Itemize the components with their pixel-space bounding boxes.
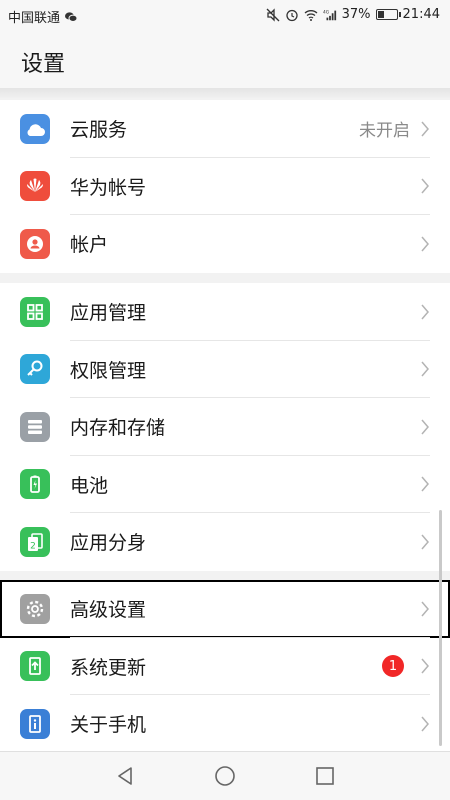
status-right: 4G 37% 21:44 xyxy=(266,7,440,22)
alarm-icon xyxy=(285,9,298,21)
navigation-bar xyxy=(0,751,450,800)
chevron-right-icon xyxy=(421,534,429,550)
settings-row[interactable]: 关于手机 xyxy=(0,695,450,753)
chevron-right-icon xyxy=(421,236,429,252)
page-title: 设置 xyxy=(21,52,66,77)
settings-row-label: 系统更新 xyxy=(70,656,147,679)
settings-row[interactable]: 内存和存储 xyxy=(0,398,450,456)
mute-icon xyxy=(266,7,280,22)
settings-row[interactable]: 华为帐号 xyxy=(0,158,450,215)
settings-row-value: 未开启 xyxy=(359,121,410,142)
settings-row-label: 内存和存储 xyxy=(70,417,166,440)
recents-icon[interactable] xyxy=(313,764,337,788)
settings-row-label: 应用管理 xyxy=(70,302,147,325)
settings-row-label: 电池 xyxy=(70,474,109,497)
header: 设置 xyxy=(0,30,450,90)
chevron-right-icon xyxy=(421,476,429,492)
carrier-label: 中国联通 xyxy=(8,11,61,26)
settings-group-accounts: 云服务 未开启华为帐号帐户 xyxy=(0,100,450,273)
wifi-icon xyxy=(304,9,318,21)
account-icon xyxy=(20,228,50,259)
settings-row[interactable]: 权限管理 xyxy=(0,341,450,398)
settings-group-system: 高级设置系统更新 1 关于手机 xyxy=(0,580,450,753)
battery-percent: 37% xyxy=(341,7,371,22)
apps-grid-icon xyxy=(20,296,50,327)
network-type-label: 4G xyxy=(323,9,330,15)
settings-row[interactable]: 应用管理 xyxy=(0,283,450,341)
back-icon[interactable] xyxy=(113,764,137,788)
chevron-right-icon xyxy=(421,361,429,377)
info-icon xyxy=(20,708,50,739)
chevron-right-icon xyxy=(421,304,429,320)
settings-row-label: 应用分身 xyxy=(70,532,147,555)
settings-row-label: 华为帐号 xyxy=(70,176,147,199)
header-divider xyxy=(0,88,450,98)
storage-icon xyxy=(20,411,50,442)
update-badge: 1 xyxy=(382,655,404,678)
settings-row[interactable]: 电池 xyxy=(0,456,450,513)
settings-row-label: 帐户 xyxy=(70,234,109,257)
chevron-right-icon xyxy=(421,716,429,732)
status-bar: 中国联通 4G 37% 21:44 xyxy=(0,0,450,30)
gear-icon xyxy=(20,593,50,624)
settings-row[interactable]: 云服务 未开启 xyxy=(0,100,450,158)
chevron-right-icon xyxy=(421,178,429,194)
chevron-right-icon xyxy=(421,658,429,674)
app-twin-icon: 2 xyxy=(20,526,50,557)
battery-level-fill xyxy=(377,11,384,18)
battery-icon xyxy=(20,469,50,500)
settings-row[interactable]: 2 应用分身 xyxy=(0,513,450,571)
system-update-icon xyxy=(20,651,50,682)
scrollbar[interactable] xyxy=(439,510,442,746)
settings-row-label: 权限管理 xyxy=(70,359,147,382)
cloud-icon xyxy=(20,113,50,144)
svg-text:2: 2 xyxy=(30,541,36,551)
chevron-right-icon xyxy=(421,121,429,137)
key-icon xyxy=(20,354,50,385)
wechat-icon xyxy=(65,11,78,22)
settings-row-label: 关于手机 xyxy=(70,714,147,737)
clock: 21:44 xyxy=(402,7,440,22)
home-icon[interactable] xyxy=(213,764,237,788)
settings-row-label: 云服务 xyxy=(70,119,128,142)
settings-group-device: 应用管理权限管理内存和存储电池 2 应用分身 xyxy=(0,283,450,571)
settings-row-label: 高级设置 xyxy=(70,599,147,622)
settings-row[interactable]: 系统更新 1 xyxy=(0,638,450,695)
battery-icon xyxy=(375,9,401,20)
signal-icon: 4G xyxy=(323,9,336,20)
settings-row[interactable]: 高级设置 xyxy=(0,580,450,638)
chevron-right-icon xyxy=(421,419,429,435)
status-left: 中国联通 xyxy=(8,7,78,26)
huawei-logo-icon xyxy=(20,171,50,202)
settings-row[interactable]: 帐户 xyxy=(0,215,450,273)
chevron-right-icon xyxy=(421,601,429,617)
